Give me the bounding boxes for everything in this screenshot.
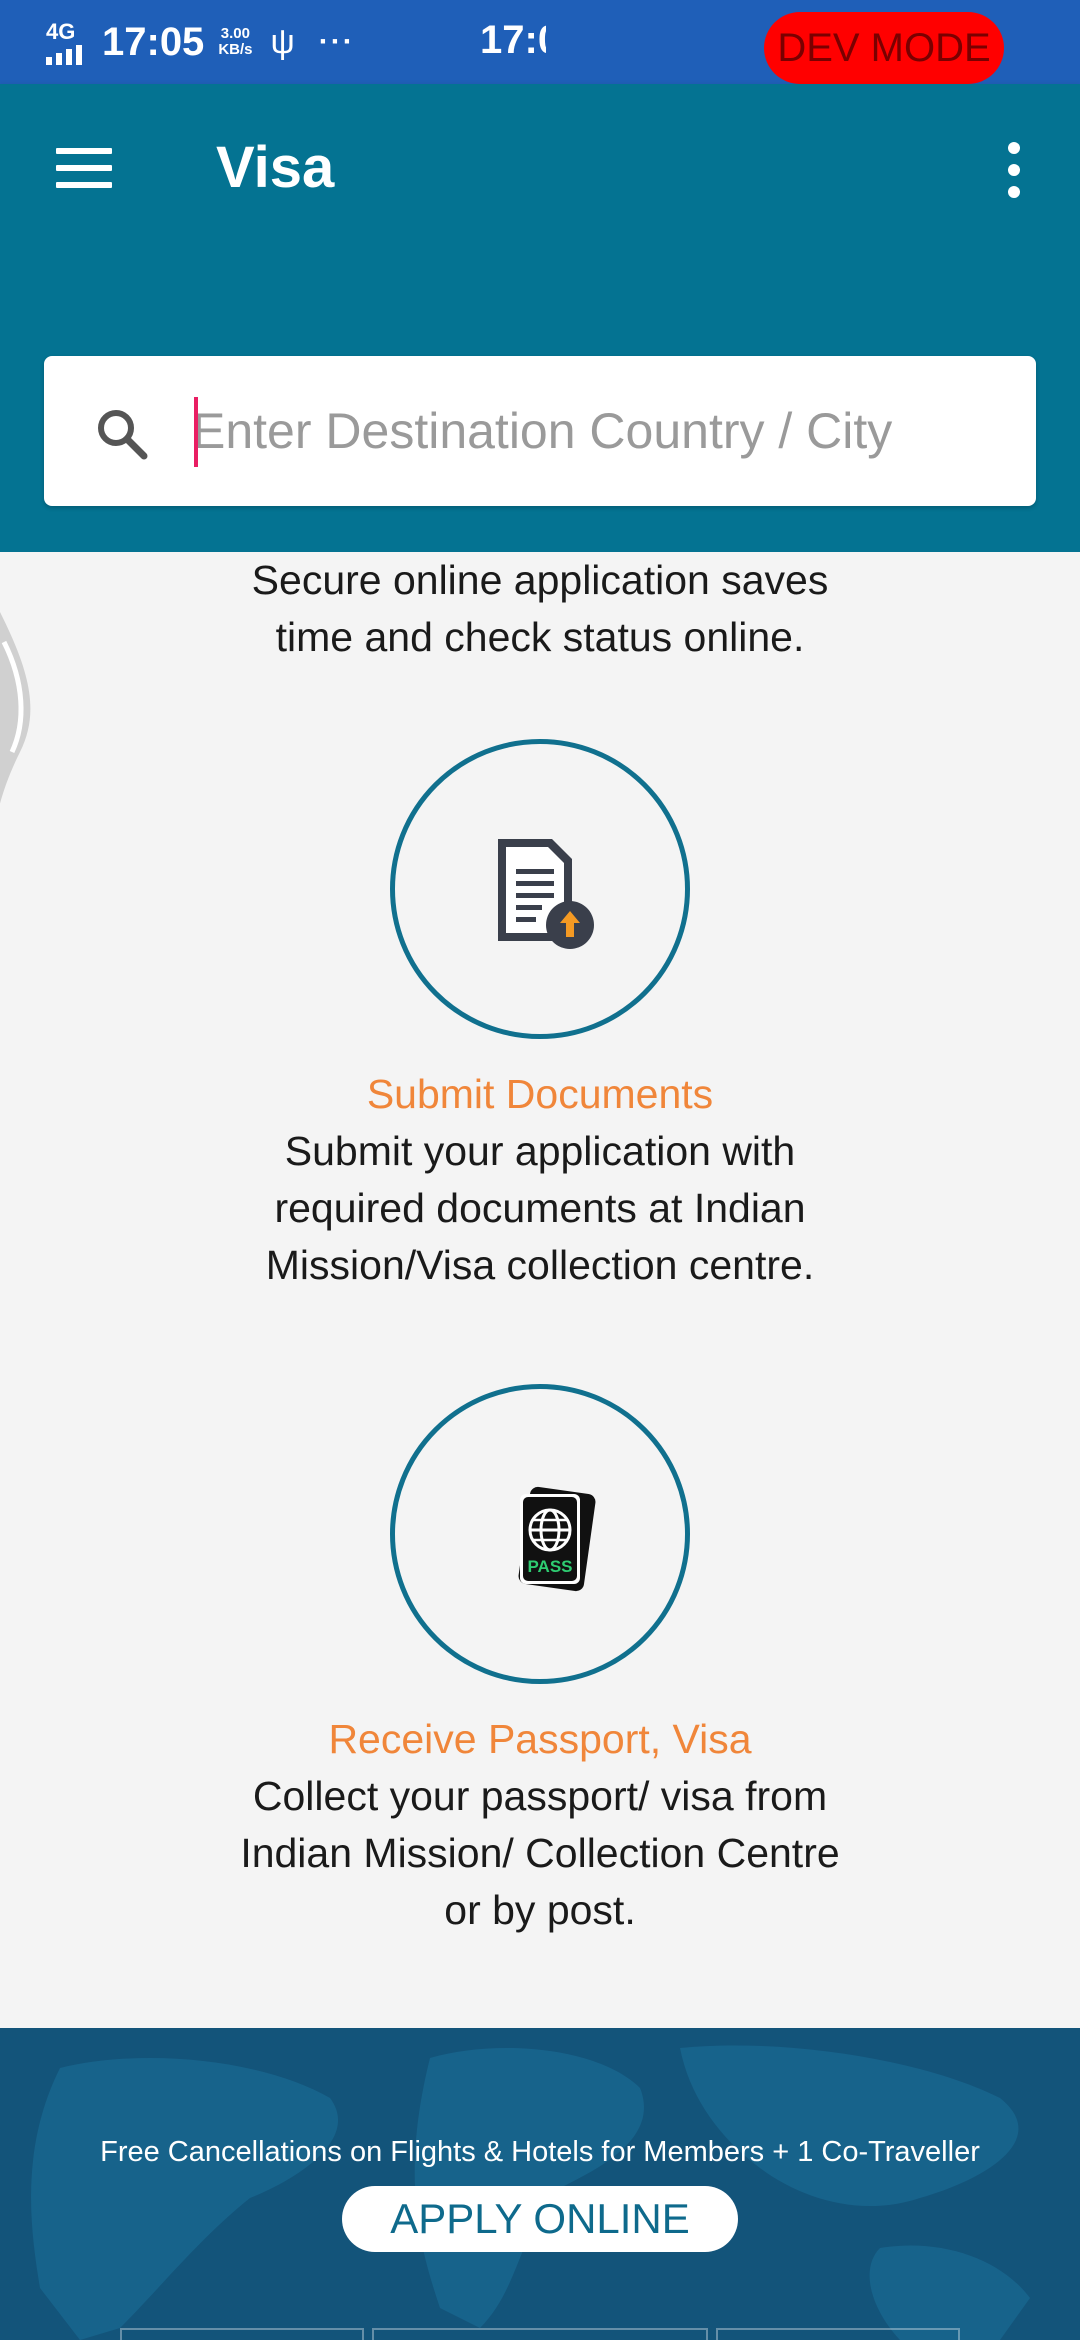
search-box[interactable]: [44, 356, 1036, 506]
search-area: [0, 252, 1080, 552]
status-time-clipped: 17:0: [480, 18, 546, 62]
status-left: 4G 17:05 3.00 KB/s ψ ···: [44, 14, 355, 70]
network-type: 4G: [46, 19, 76, 44]
status-time: 17:05: [102, 19, 205, 64]
apply-online-button[interactable]: APPLY ONLINE: [342, 2186, 738, 2252]
bottom-tab-hint: [120, 2328, 364, 2340]
usb-icon: ψ: [270, 22, 295, 61]
page-title: Visa: [216, 135, 335, 200]
banner-text: Free Cancellations on Flights & Hotels f…: [100, 2136, 980, 2168]
step-2-circle: [390, 739, 690, 1039]
document-upload-icon: [498, 839, 594, 949]
signal-icon: 4G: [44, 17, 94, 67]
step-2-description: Submit your application with required do…: [265, 1128, 815, 1288]
step-2-title: Submit Documents: [366, 1071, 714, 1117]
search-input[interactable]: [192, 396, 1012, 466]
passport-icon: PASS: [518, 1486, 596, 1592]
dev-mode-badge: DEV MODE: [764, 12, 1004, 84]
steps-content[interactable]: Secure online application saves time and…: [0, 552, 1080, 2028]
step-3-circle: PASS: [390, 1384, 690, 1684]
search-icon: [98, 410, 148, 460]
promo-banner: Free Cancellations on Flights & Hotels f…: [0, 2028, 1080, 2340]
more-notifications-icon: ···: [318, 25, 355, 58]
hamburger-icon[interactable]: [56, 148, 112, 188]
speed-value: 3.00: [220, 25, 250, 42]
bottom-tab-hint: [716, 2328, 960, 2340]
more-vert-icon[interactable]: [1004, 142, 1024, 198]
step-3-description: Collect your passport/ visa from Indian …: [240, 1773, 840, 1933]
speed-unit: KB/s: [218, 41, 253, 58]
passport-icon-text: PASS: [527, 1557, 572, 1576]
bottom-tab-hint: [372, 2328, 708, 2340]
network-speed: 3.00 KB/s: [218, 26, 252, 58]
decorative-edge: [0, 612, 31, 804]
status-bar: 4G 17:05 3.00 KB/s ψ ··· 17:0 DEV MODE: [0, 0, 1080, 84]
step-3-title: Receive Passport, Visa: [328, 1716, 752, 1762]
world-map-background: [31, 2045, 1030, 2340]
app-bar: Visa: [0, 84, 1080, 252]
step-1-description: Secure online application saves time and…: [251, 557, 829, 660]
text-cursor: [194, 397, 198, 467]
